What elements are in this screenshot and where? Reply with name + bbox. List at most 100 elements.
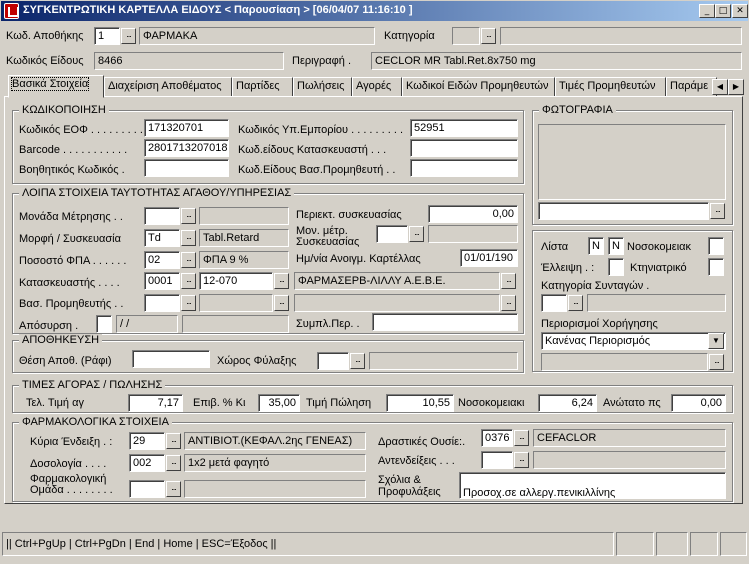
tab-purchases[interactable]: Αγορές bbox=[352, 77, 402, 97]
active-substance-lookup-button[interactable]: ... bbox=[514, 430, 529, 446]
active-substance-name-field: CEFACLOR bbox=[533, 429, 726, 447]
storage-space-name-field bbox=[369, 352, 518, 370]
barcode-label: Barcode . . . . . . . . . . . bbox=[19, 144, 128, 156]
barcode-input[interactable]: 2801713207018 bbox=[144, 139, 229, 157]
contraindications-code-input[interactable] bbox=[481, 451, 513, 469]
tab-supplier-codes[interactable]: Κωδικοί Ειδών Προμηθευτών bbox=[402, 77, 555, 97]
storage-space-input[interactable] bbox=[317, 352, 349, 370]
pack-unit-input[interactable] bbox=[376, 225, 408, 243]
other-data-title: ΛΟΙΠΑ ΣΤΟΙΧΕΙΑ ΤΑΥΤΟΤΗΤΑΣ ΑΓΑΘΟΥ/ΥΠΗΡΕΣΙ… bbox=[19, 187, 295, 199]
tab-scroll-right-icon[interactable]: ▶ bbox=[728, 79, 744, 95]
chevron-down-icon[interactable]: ▼ bbox=[708, 333, 724, 349]
tab-stock[interactable]: Διαχείριση Αποθέματος bbox=[104, 77, 232, 97]
indication-lookup-button[interactable]: ... bbox=[166, 433, 181, 449]
tab-basic[interactable]: Βασικά Στοιχεία bbox=[8, 75, 104, 98]
maker-lookup-button[interactable]: ... bbox=[181, 273, 196, 289]
storage-space-lookup-button[interactable]: ... bbox=[350, 353, 365, 369]
supplier-code-input[interactable] bbox=[410, 159, 518, 177]
maximize-button[interactable]: □ bbox=[715, 4, 731, 18]
max-price-label: Ανώτατο πς bbox=[603, 397, 661, 409]
maker-name-lookup-button[interactable]: ... bbox=[501, 273, 516, 289]
list-a-field[interactable]: N bbox=[588, 237, 604, 255]
recipe-category-name-field bbox=[587, 294, 726, 312]
pack-content-input[interactable]: 0,00 bbox=[428, 205, 518, 223]
close-button[interactable]: ✕ bbox=[732, 4, 748, 18]
eof-input[interactable]: 171320701 bbox=[144, 119, 229, 137]
pharma-group-lookup-button[interactable]: ... bbox=[166, 481, 181, 497]
indication-code-input[interactable]: 29 bbox=[129, 432, 165, 450]
max-price-input[interactable]: 0,00 bbox=[671, 394, 726, 412]
vat-label: Ποσοστό ΦΠΑ . . . . . . bbox=[19, 255, 127, 267]
unit-lookup-button[interactable]: ... bbox=[181, 208, 196, 224]
dosage-code-input[interactable]: 002 bbox=[129, 454, 165, 472]
markup-input[interactable]: 35,00 bbox=[258, 394, 300, 412]
unit-name-field bbox=[199, 207, 289, 225]
tab-batches[interactable]: Παρτίδες bbox=[232, 77, 293, 97]
store-lookup-button[interactable]: ... bbox=[121, 28, 136, 44]
supplier-name-lookup-button[interactable]: ... bbox=[501, 295, 516, 311]
recipe-category-lookup-button[interactable]: ... bbox=[568, 295, 583, 311]
hospital-label: Νοσοκομειακ bbox=[627, 241, 691, 253]
sell-price-input[interactable]: 10,55 bbox=[386, 394, 454, 412]
veterinary-check[interactable] bbox=[708, 258, 724, 276]
minimize-button[interactable]: _ bbox=[699, 4, 715, 18]
category-lookup-button[interactable]: ... bbox=[481, 28, 496, 44]
hospital-price-input[interactable]: 6,24 bbox=[538, 394, 597, 412]
restrictions-extra-field bbox=[541, 353, 708, 371]
maker-sub-input[interactable]: 12-070 bbox=[199, 272, 273, 290]
unit-code-input[interactable] bbox=[144, 207, 180, 225]
notes-textarea[interactable]: Προσοχ.σε αλλεργ.πενικιλλίνης bbox=[459, 472, 726, 499]
description-label: Περιγραφή . bbox=[292, 55, 352, 67]
vat-code-input[interactable]: 02 bbox=[144, 251, 180, 269]
supplier-lookup-button[interactable]: ... bbox=[181, 295, 196, 311]
recipe-category-input[interactable] bbox=[541, 294, 567, 312]
pack-unit-lookup-button[interactable]: ... bbox=[409, 226, 424, 242]
contraindications-lookup-button[interactable]: ... bbox=[514, 452, 529, 468]
sell-price-label: Τιμή Πώληση bbox=[306, 397, 372, 409]
app-icon[interactable] bbox=[4, 3, 19, 19]
vat-lookup-button[interactable]: ... bbox=[181, 252, 196, 268]
tab-sales[interactable]: Πωλήσεις bbox=[293, 77, 352, 97]
supplier-code-field[interactable] bbox=[144, 294, 180, 312]
status-pane-1 bbox=[616, 532, 654, 556]
pharma-group-input[interactable] bbox=[129, 480, 165, 498]
tab-supplier-prices[interactable]: Τιμές Προμηθευτών bbox=[555, 77, 666, 97]
maker-sub-lookup-button[interactable]: ... bbox=[274, 273, 289, 289]
open-date-input[interactable]: 01/01/190 bbox=[460, 249, 518, 267]
mfr-code-input[interactable] bbox=[410, 139, 518, 157]
notes-label: Σχόλια & Προφυλάξεις bbox=[378, 474, 441, 498]
status-pane-4 bbox=[720, 532, 747, 556]
store-code-input[interactable]: 1 bbox=[94, 27, 120, 45]
list-b-field[interactable]: N bbox=[608, 237, 624, 255]
withdraw-date-field: / / bbox=[116, 315, 178, 333]
form-label: Μορφή / Συσκευασία bbox=[19, 233, 121, 245]
active-substance-code-input[interactable]: 0376 bbox=[481, 429, 513, 447]
tab-basic-label: Βασικά Στοιχεία bbox=[10, 77, 90, 91]
tab-scroll-left-icon[interactable]: ◀ bbox=[712, 79, 728, 95]
form-lookup-button[interactable]: ... bbox=[181, 230, 196, 246]
withdraw-label: Απόσυρση . bbox=[19, 320, 79, 332]
photo-lookup-button[interactable]: ... bbox=[710, 203, 725, 219]
tab-parameters[interactable]: Παράμε bbox=[666, 77, 717, 97]
hospital-check[interactable] bbox=[708, 237, 724, 255]
category-code-field[interactable] bbox=[452, 27, 480, 45]
shelf-input[interactable] bbox=[132, 350, 210, 368]
list-label: Λίστα bbox=[541, 241, 569, 253]
photo-path-input[interactable] bbox=[538, 202, 709, 220]
store-label: Κωδ. Αποθήκης bbox=[6, 30, 84, 42]
dosage-lookup-button[interactable]: ... bbox=[166, 455, 181, 471]
aux-code-input[interactable] bbox=[144, 159, 229, 177]
form-code-input[interactable]: Td bbox=[144, 229, 180, 247]
supplier-sub-lookup-button[interactable]: ... bbox=[274, 295, 289, 311]
shortage-check[interactable] bbox=[608, 258, 624, 276]
restrictions-select[interactable]: Κανένας Περιορισμός bbox=[541, 332, 726, 350]
maker-code-input[interactable]: 0001 bbox=[144, 272, 180, 290]
withdraw-check[interactable] bbox=[96, 315, 112, 333]
eof-label: Κωδικός ΕΟΦ . . . . . . . . . bbox=[19, 124, 143, 136]
subcode-input[interactable]: 52951 bbox=[410, 119, 518, 137]
maker-name-field: ΦΑΡΜΑΣΕΡΒ-ΛΙΛΛΥ Α.Ε.Β.Ε. bbox=[294, 272, 500, 290]
restrictions-lookup-button[interactable]: ... bbox=[709, 354, 724, 370]
item-code-label: Κωδικός Είδους bbox=[6, 55, 84, 67]
extra-input[interactable] bbox=[372, 313, 518, 331]
buy-price-input[interactable]: 7,17 bbox=[128, 394, 183, 412]
